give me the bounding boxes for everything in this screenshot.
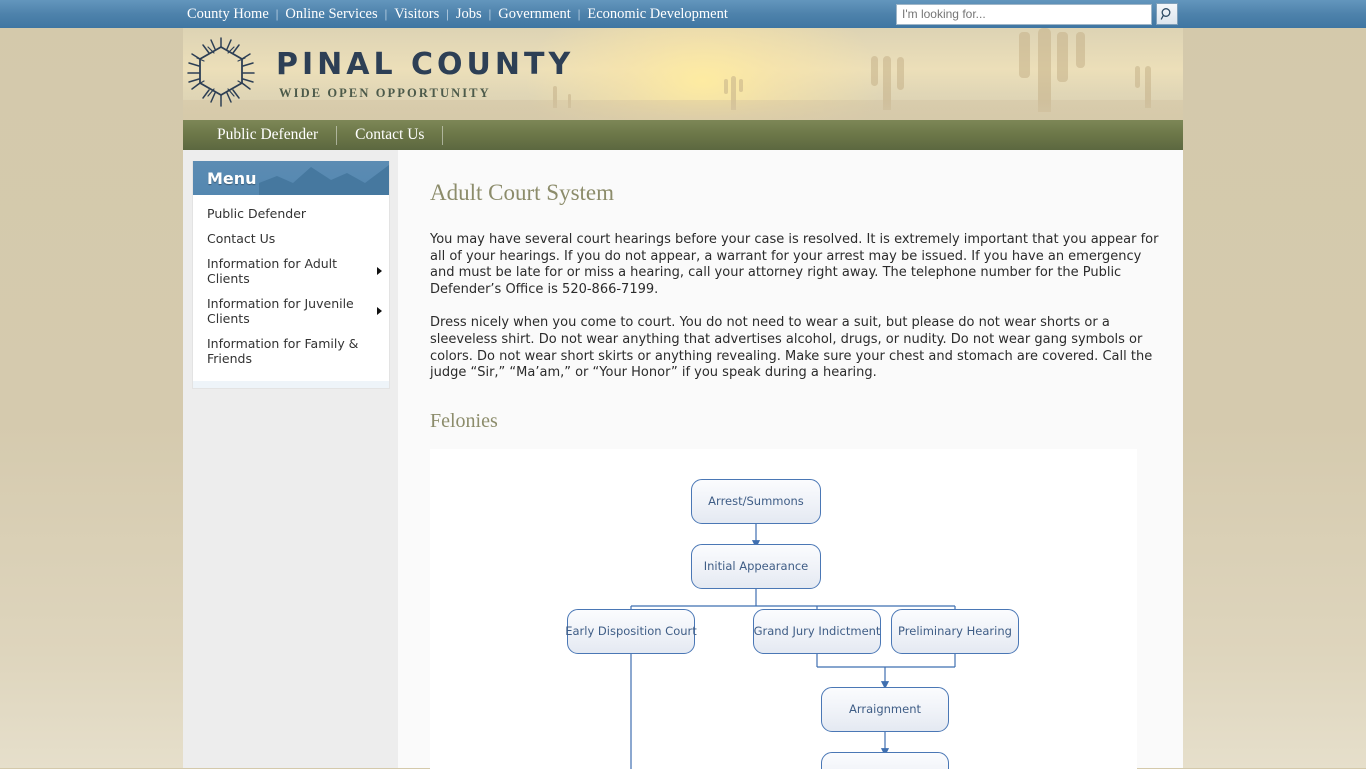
section-navigation: Public Defender Contact Us — [183, 120, 1183, 150]
flowchart-node-early-disposition-court: Early Disposition Court — [565, 608, 697, 654]
topnav-link-online-services[interactable]: Online Services — [278, 6, 384, 23]
sidebar-item-information-for-juvenile-clients[interactable]: Information for Juvenile Clients — [193, 291, 389, 331]
sidebar-item-label: Information for Juvenile Clients — [207, 296, 354, 326]
sidebar-item-label: Information for Adult Clients — [207, 256, 338, 286]
site-search — [896, 3, 1178, 25]
node-label: Preliminary Hearing — [898, 624, 1012, 639]
node-label: Early Disposition Court — [565, 624, 697, 639]
top-navigation: County Home | Online Services | Visitors… — [180, 0, 735, 28]
topnav-link-jobs[interactable]: Jobs — [449, 6, 489, 23]
node-label: Grand Jury Indictment — [753, 624, 881, 639]
sidebar-item-information-for-adult-clients[interactable]: Information for Adult Clients — [193, 251, 389, 291]
cactus-arm — [897, 57, 904, 90]
sidebar-item-public-defender[interactable]: Public Defender — [193, 201, 389, 226]
menu-footer-strip — [193, 381, 389, 388]
nav-item-contact-us[interactable]: Contact Us — [337, 126, 442, 144]
node-label: Arraignment — [848, 702, 922, 717]
sidebar-item-contact-us[interactable]: Contact Us — [193, 226, 389, 251]
page-title: Adult Court System — [430, 180, 615, 205]
chevron-right-icon — [377, 307, 382, 315]
topnav-link-economic-development[interactable]: Economic Development — [580, 6, 735, 23]
cactus-arm — [1135, 66, 1140, 88]
flowchart-node-preliminary-hearing: Preliminary Hearing — [891, 608, 1019, 654]
chevron-right-icon — [377, 267, 382, 275]
cactus-arm — [1019, 32, 1030, 78]
site-banner: PINAL COUNTY WIDE OPEN OPPORTUNITY — [183, 28, 1183, 120]
sidebar-item-information-for-family-friends[interactable]: Information for Family & Friends — [193, 331, 389, 371]
sidebar: Menu Public Defender Contact Us Informat… — [183, 150, 398, 768]
sun-starburst-icon — [187, 37, 255, 107]
site-logo[interactable]: PINAL COUNTY WIDE OPEN OPPORTUNITY — [184, 37, 574, 113]
menu-header-label: Menu — [207, 168, 257, 188]
intro-paragraph-1: You may have several court hearings befo… — [430, 232, 1159, 297]
intro-paragraph-2: Dress nicely when you come to court. You… — [430, 315, 1153, 381]
brand-tagline: WIDE OPEN OPPORTUNITY — [279, 86, 491, 100]
top-utility-bar: County Home | Online Services | Visitors… — [0, 0, 1366, 28]
brand-name: PINAL COUNTY — [276, 47, 575, 82]
cactus-arm — [1076, 32, 1085, 68]
flowchart-node-next-partial — [821, 751, 949, 769]
section-heading-felonies: Felonies — [430, 409, 498, 432]
node-label: Arrest/Summons — [708, 494, 804, 509]
cactus-arm — [1057, 32, 1068, 82]
flowchart-node-grand-jury-indictment: Grand Jury Indictment — [753, 608, 881, 654]
sidebar-item-label: Information for Family & Friends — [207, 336, 359, 366]
menu-list: Public Defender Contact Us Information f… — [193, 195, 389, 381]
topnav-link-government[interactable]: Government — [491, 6, 577, 23]
main-content: Adult Court System You may have several … — [398, 150, 1183, 769]
node-label: Initial Appearance — [703, 559, 809, 574]
sidebar-item-label: Contact Us — [207, 231, 276, 246]
mountain-silhouette-icon — [259, 165, 389, 195]
nav-separator — [442, 125, 444, 145]
flowchart-node-initial-appearance: Initial Appearance — [691, 543, 821, 589]
page-body: Menu Public Defender Contact Us Informat… — [183, 150, 1183, 769]
topnav-link-county-home[interactable]: County Home — [180, 6, 276, 23]
flowchart-node-arrest-summons: Arrest/Summons — [691, 478, 821, 524]
search-button[interactable] — [1156, 3, 1178, 25]
menu-header: Menu — [193, 161, 389, 195]
nav-item-public-defender[interactable]: Public Defender — [199, 126, 336, 144]
flowchart-node-arraignment: Arraignment — [821, 686, 949, 732]
cactus-arm — [724, 79, 728, 94]
sidebar-item-label: Public Defender — [207, 206, 307, 221]
search-icon — [1160, 8, 1171, 20]
cactus-arm — [739, 79, 743, 92]
menu-box: Menu Public Defender Contact Us Informat… — [192, 161, 390, 389]
cactus-arm — [871, 56, 878, 86]
topnav-link-visitors[interactable]: Visitors — [387, 6, 446, 23]
search-input[interactable] — [896, 3, 1152, 25]
felony-process-flowchart: Arrest/Summons Initial Appearance Early … — [430, 448, 1137, 769]
